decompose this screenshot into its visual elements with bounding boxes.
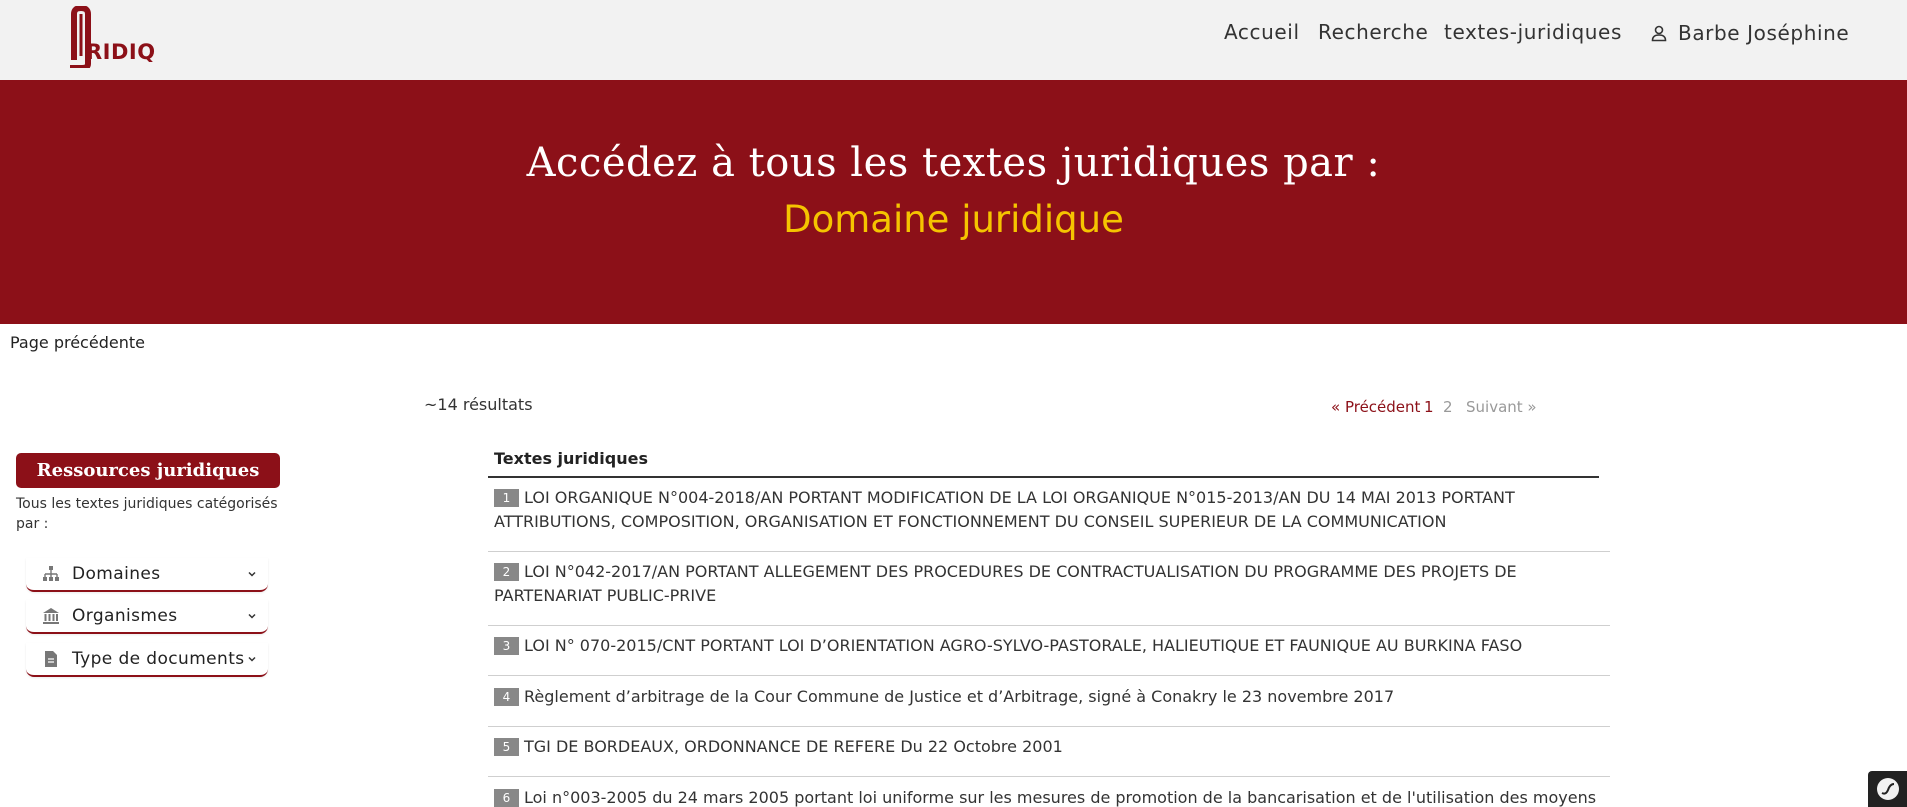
row-number: 6 (494, 789, 519, 807)
filter-type-documents[interactable]: Type de documents (26, 643, 268, 677)
top-navbar: RIDIQ Accueil Recherche textes-juridique… (0, 0, 1907, 80)
filter-label: Organismes (72, 606, 178, 626)
filter-label: Domaines (72, 564, 161, 584)
pagination-previous[interactable]: « Précédent (1331, 398, 1420, 416)
row-number: 1 (494, 489, 519, 507)
chevron-down-icon (248, 656, 256, 662)
sidebar-header: Ressources juridiques (16, 453, 280, 488)
results-count: ~14 résultats (424, 395, 533, 414)
table-row[interactable]: 5 TGI DE BORDEAUX, ORDONNANCE DE REFERE D… (488, 735, 1610, 777)
row-number: 3 (494, 637, 519, 655)
row-title[interactable]: Règlement d’arbitrage de la Cour Commune… (524, 687, 1394, 706)
chevron-down-icon (248, 613, 256, 619)
nav-texts-link[interactable]: textes-juridiques (1444, 20, 1622, 46)
results-column-header: Textes juridiques (488, 448, 1599, 478)
row-title[interactable]: Loi n°003-2005 du 24 mars 2005 portant l… (494, 788, 1596, 807)
user-menu[interactable]: Barbe Joséphine (1650, 20, 1849, 46)
table-row[interactable]: 4 Règlement d’arbitrage de la Cour Commun… (488, 685, 1610, 727)
nav-home-link[interactable]: Accueil (1224, 20, 1300, 46)
user-icon (1651, 25, 1667, 42)
sidebar-description: Tous les textes juridiques catégorisés p… (16, 496, 278, 532)
hero-title: Accédez à tous les textes juridiques par… (526, 140, 1381, 186)
nav-search-link[interactable]: Recherche (1318, 20, 1428, 46)
row-number: 2 (494, 563, 519, 581)
document-icon (45, 651, 57, 667)
pagination-next[interactable]: Suivant » (1466, 398, 1537, 416)
institution-icon (43, 608, 59, 624)
filter-domaines[interactable]: Domaines (26, 558, 268, 592)
table-row[interactable]: 3 LOI N° 070-2015/CNT PORTANT LOI D’ORIEN… (488, 634, 1610, 676)
row-title[interactable]: LOI N°042-2017/AN PORTANT ALLEGEMENT DES… (494, 562, 1517, 605)
pagination-page-2[interactable]: 2 (1443, 398, 1453, 416)
row-title[interactable]: LOI N° 070-2015/CNT PORTANT LOI D’ORIENT… (524, 636, 1522, 655)
sitemap-icon (43, 566, 59, 581)
table-row[interactable]: 6 Loi n°003-2005 du 24 mars 2005 portant … (488, 786, 1610, 807)
table-row[interactable]: 1 LOI ORGANIQUE N°004-2018/AN PORTANT MOD… (488, 486, 1610, 552)
row-title[interactable]: TGI DE BORDEAUX, ORDONNANCE DE REFERE Du… (524, 737, 1063, 756)
back-link[interactable]: Page précédente (10, 333, 145, 352)
chevron-down-icon (248, 571, 256, 577)
filter-label: Type de documents (72, 649, 245, 669)
logo-text: RIDIQ (86, 40, 156, 64)
table-row[interactable]: 2 LOI N°042-2017/AN PORTANT ALLEGEMENT DE… (488, 560, 1610, 626)
user-name: Barbe Joséphine (1678, 21, 1850, 45)
hero-subtitle: Domaine juridique (783, 198, 1124, 241)
debug-toolbar-toggle[interactable] (1868, 771, 1907, 807)
hero-banner: Accédez à tous les textes juridiques par… (0, 80, 1907, 324)
row-number: 4 (494, 688, 519, 706)
row-number: 5 (494, 738, 519, 756)
pagination-page-1[interactable]: 1 (1424, 398, 1434, 416)
row-title[interactable]: LOI ORGANIQUE N°004-2018/AN PORTANT MODI… (494, 488, 1515, 531)
symfony-icon (1877, 778, 1899, 800)
filter-organismes[interactable]: Organismes (26, 600, 268, 634)
